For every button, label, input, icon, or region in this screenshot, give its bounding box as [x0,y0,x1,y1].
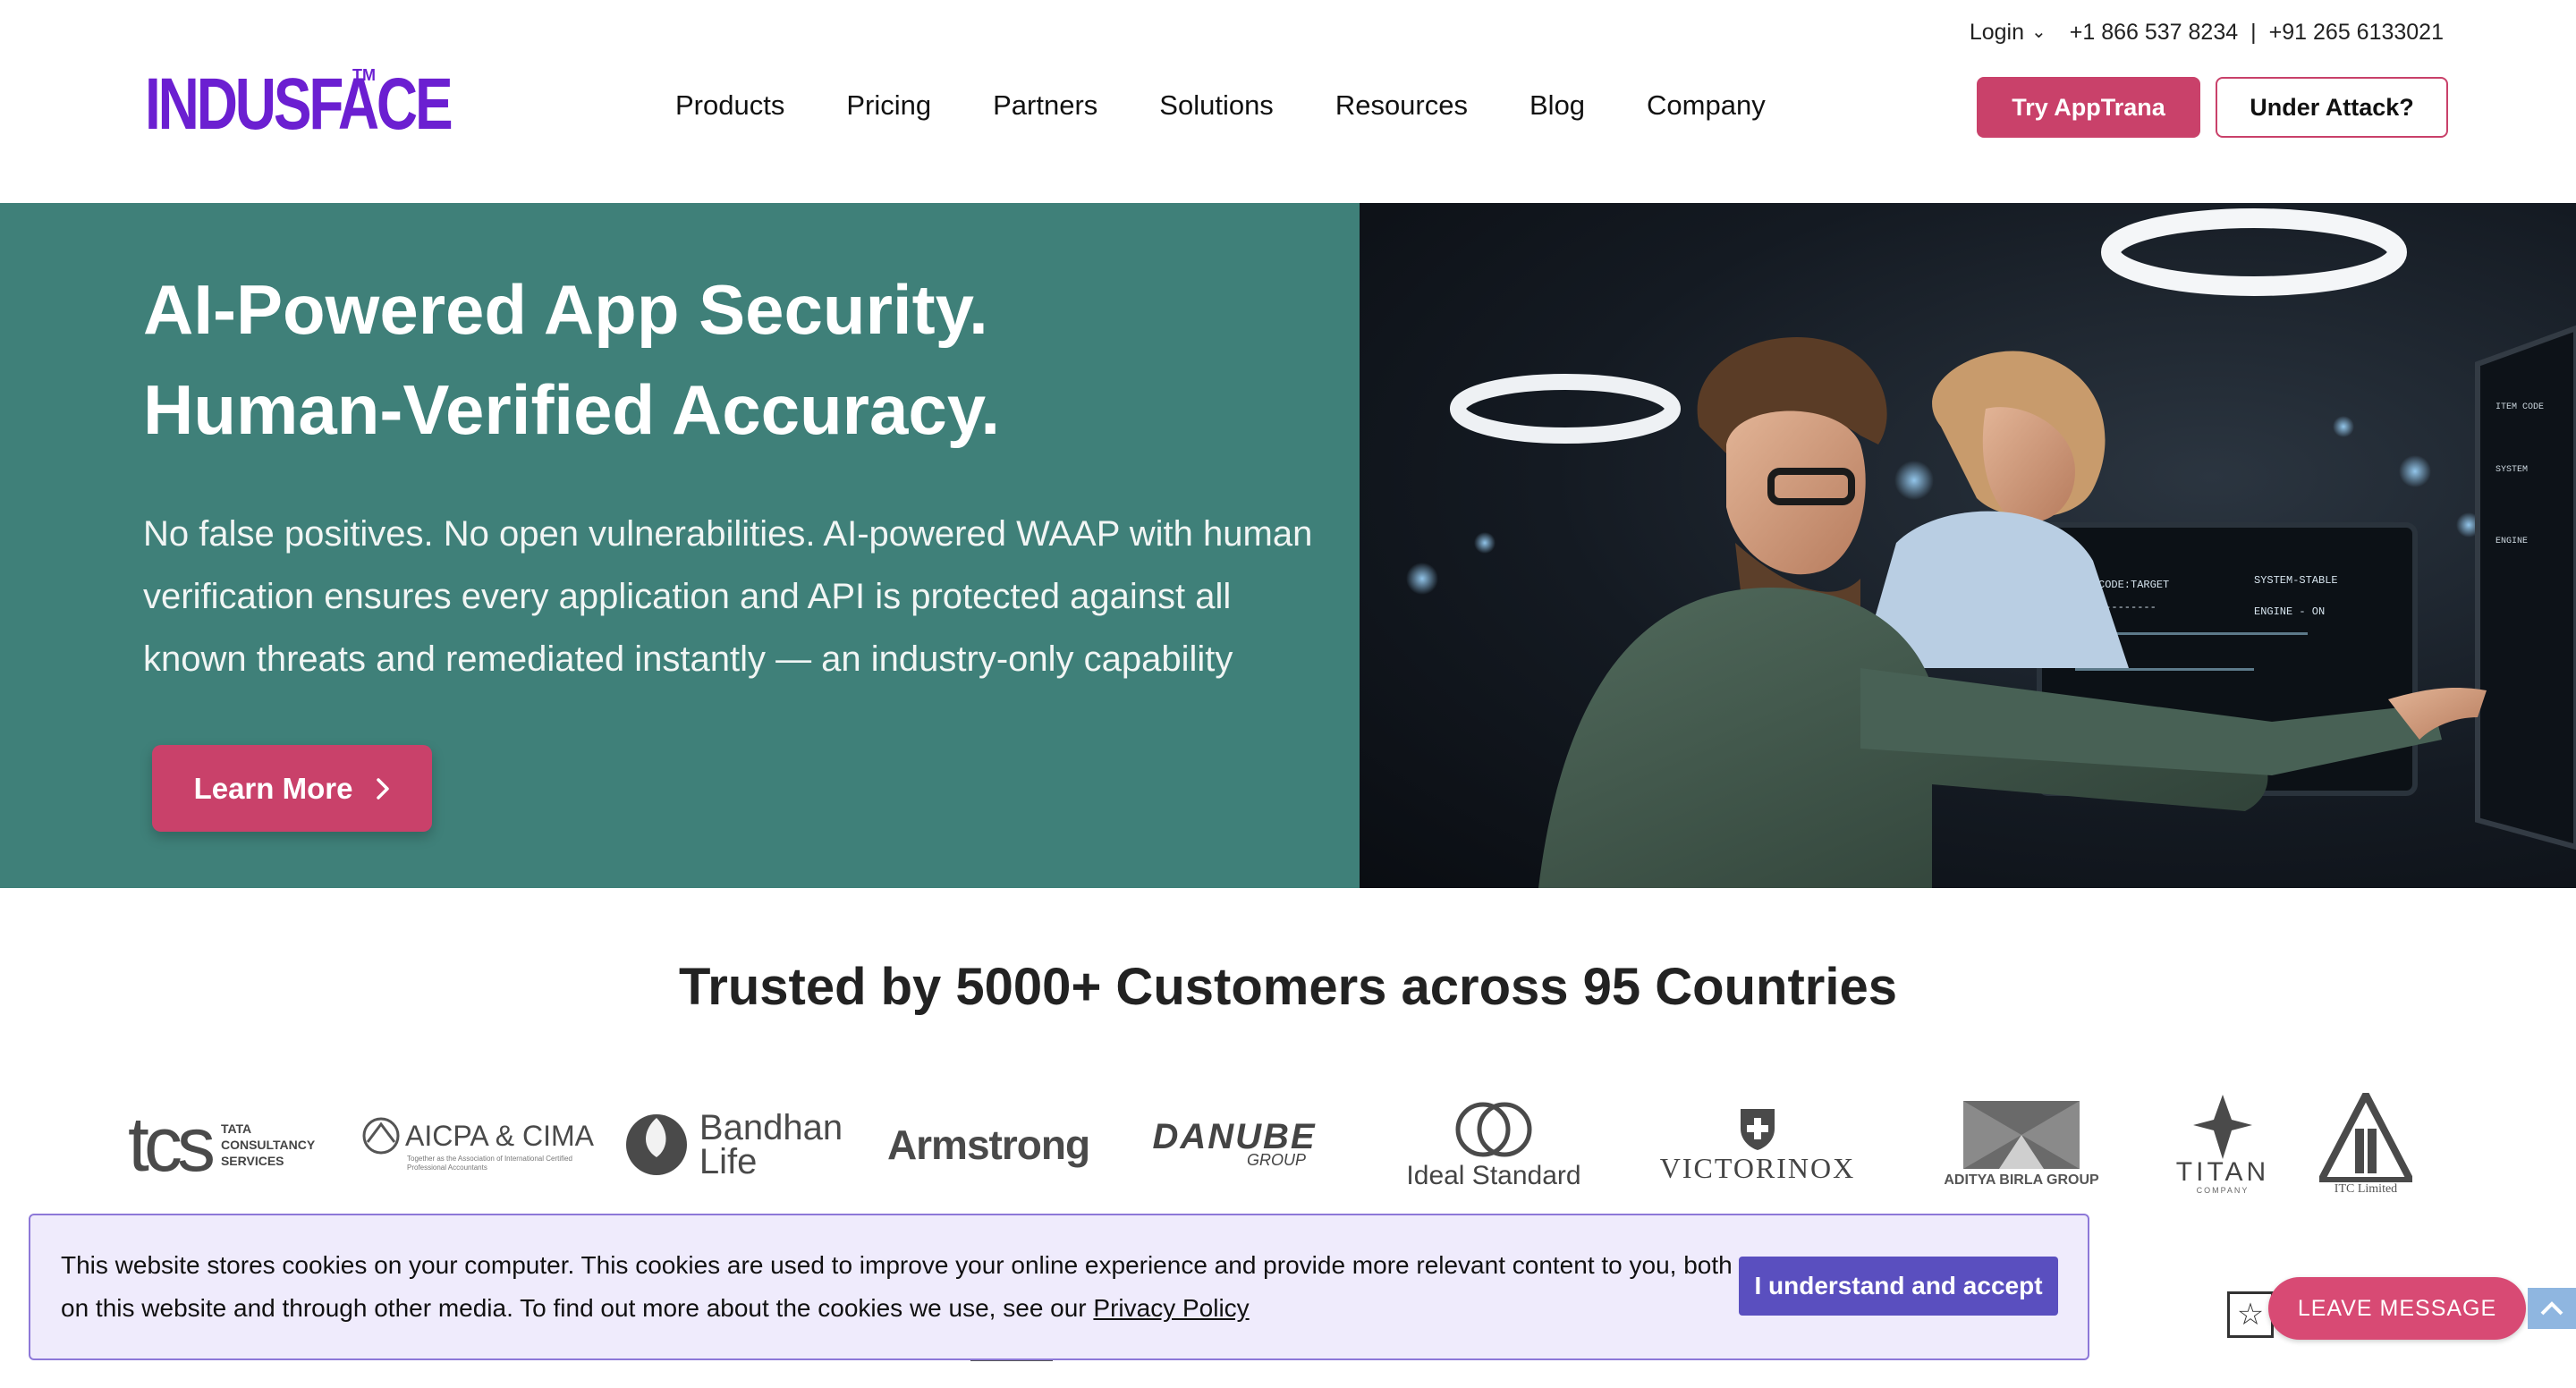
itc-triangle-icon [2319,1093,2412,1182]
learn-more-button[interactable]: Learn More [152,745,432,832]
cookie-message: This website stores cookies on your comp… [61,1244,1760,1330]
nav-blog[interactable]: Blog [1530,89,1585,122]
titan-star-icon [2193,1095,2252,1159]
logo-tcs: tcs TATA CONSULTANCY SERVICES [116,1091,331,1198]
logo-titan-text: TITAN [2175,1157,2270,1187]
nav-company[interactable]: Company [1647,89,1766,122]
chevron-right-icon [377,777,390,800]
learn-more-label: Learn More [193,771,353,805]
victorinox-shield-icon [1741,1108,1775,1150]
hero-title-line-1: AI-Powered App Security. [143,270,988,349]
logo-aicpa-cima: AICPA & CIMA Together as the Association… [362,1091,595,1198]
logo-danube: DANUBE GROUP [1127,1091,1342,1198]
nav-solutions[interactable]: Solutions [1159,89,1274,122]
logo-bandhan-sub: Life [699,1142,758,1181]
privacy-policy-link[interactable]: Privacy Policy [1093,1294,1249,1322]
leave-message-button[interactable]: LEAVE MESSAGE [2268,1277,2526,1340]
svg-text:ENGINE: ENGINE [2496,537,2528,546]
logo-aditya-birla-text: ADITYA BIRLA GROUP [1944,1172,2099,1188]
aicpa-globe-icon [362,1117,400,1155]
partial-star-logo-icon: ☆ [2227,1291,2274,1338]
hero-photo-illustration: ITEM CODE:TARGET SYSTEM-STABLE ---------… [1406,208,2576,888]
nav-products[interactable]: Products [675,89,784,122]
ideal-standard-rings-icon [1455,1102,1532,1157]
cookie-text: This website stores cookies on your comp… [61,1251,1733,1322]
logo-danube-text: DANUBE [1152,1117,1317,1156]
indusface-logo[interactable]: INDUSFACE TM [145,63,537,145]
logo-bandhan-life: Bandhan Life [622,1091,845,1198]
chevron-down-icon: ⌄ [2031,22,2046,42]
logo-victorinox: VICTORINOX [1628,1091,1887,1198]
logo-itc-text: ITC Limited [2334,1182,2398,1196]
nav-partners[interactable]: Partners [993,89,1097,122]
customer-logos: tcs TATA CONSULTANCY SERVICES AICPA & CI… [116,1091,2469,1198]
hero-title-line-2: Human-Verified Accuracy. [143,370,1001,449]
phone-separator: | [2250,20,2257,45]
logo-armstrong: Armstrong [872,1091,1105,1198]
logo-aicpa-text: AICPA & CIMA [405,1119,595,1152]
aditya-birla-sun-icon [1963,1101,2080,1169]
nav-resources[interactable]: Resources [1335,89,1468,122]
logo-victorinox-text: VICTORINOX [1659,1151,1856,1184]
chevron-up-icon [2540,1301,2563,1316]
logo-trademark: TM [352,66,376,84]
logo-danube-sub: GROUP [1246,1151,1306,1169]
svg-text:SYSTEM-STABLE: SYSTEM-STABLE [2254,574,2338,587]
under-attack-button[interactable]: Under Attack? [2216,77,2448,138]
logo-aicpa-sub: Together as the Association of Internati… [407,1155,572,1172]
main-nav: Products Pricing Partners Solutions Reso… [675,89,1827,122]
logo-wordmark: INDUSFACE [145,63,453,145]
login-dropdown[interactable]: Login ⌄ [1970,20,2046,46]
login-label: Login [1969,20,2024,45]
cookie-banner: This website stores cookies on your comp… [29,1214,2089,1360]
svg-text:ENGINE - ON: ENGINE - ON [2254,605,2325,618]
logo-tcs-text: tcs [128,1102,216,1188]
logo-armstrong-text: Armstrong [886,1121,1090,1168]
bandhan-mark-icon [625,1114,687,1175]
hero-image: ITEM CODE:TARGET SYSTEM-STABLE ---------… [1360,203,2576,888]
accept-cookies-button[interactable]: I understand and accept [1739,1257,2058,1316]
logo-titan-sub: COMPANY [2196,1186,2250,1195]
logo-titan: TITAN COMPANY [2147,1091,2299,1198]
logo-bandhan-text: Bandhan [699,1108,843,1147]
logo-tcs-sub: TATA CONSULTANCY SERVICES [220,1121,315,1168]
hero-title: AI-Powered App Security. Human-Verified … [143,259,1000,460]
top-utility-bar: Login ⌄ +1 866 537 8234 | +91 265 613302… [1970,20,2444,46]
svg-text:SYSTEM: SYSTEM [2496,465,2528,475]
nav-pricing[interactable]: Pricing [846,89,931,122]
logo-aditya-birla: ADITYA BIRLA GROUP [1896,1091,2147,1198]
try-apptrana-button[interactable]: Try AppTrana [1977,77,2200,138]
svg-text:ITEM CODE: ITEM CODE [2496,402,2544,412]
hero-subtitle: No false positives. No open vulnerabilit… [143,514,1313,679]
phone-us[interactable]: +1 866 537 8234 [2070,20,2238,46]
logo-ideal-standard: Ideal Standard [1377,1091,1610,1198]
logo-itc: ITC Limited [2299,1091,2433,1198]
trusted-heading: Trusted by 5000+ Customers across 95 Cou… [679,958,1897,1016]
scroll-to-top-button[interactable] [2528,1288,2576,1329]
logo-ideal-standard-text: Ideal Standard [1406,1161,1581,1190]
phone-in[interactable]: +91 265 6133021 [2269,20,2444,46]
